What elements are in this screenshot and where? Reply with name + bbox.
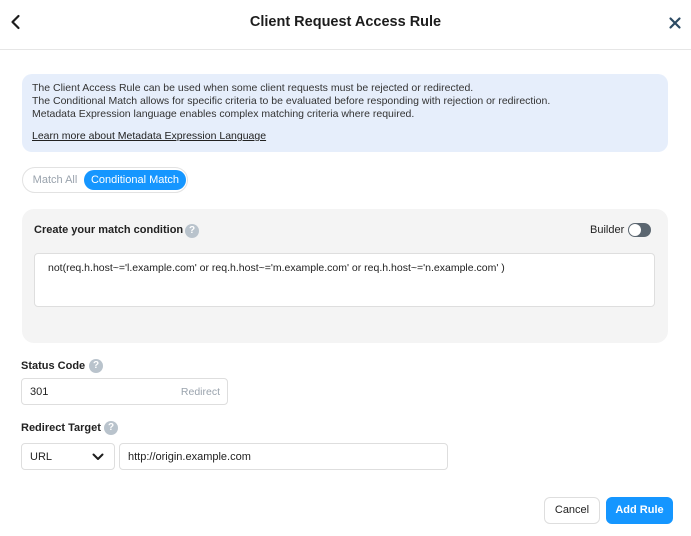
redirect-url-value: http://origin.example.com: [128, 451, 251, 463]
help-icon[interactable]: ?: [89, 359, 103, 373]
redirect-type-value: URL: [30, 451, 53, 463]
redirect-type-select[interactable]: URL: [21, 443, 115, 470]
builder-label: Builder: [590, 224, 625, 236]
dialog-title: Client Request Access Rule: [249, 14, 442, 30]
builder-toggle[interactable]: [628, 223, 651, 237]
add-rule-button[interactable]: Add Rule: [606, 497, 673, 524]
status-code-label: Status Code: [21, 360, 86, 372]
condition-label: Create your match condition: [34, 224, 184, 236]
cancel-button[interactable]: Cancel: [544, 497, 600, 524]
help-icon[interactable]: ?: [185, 224, 199, 238]
info-banner: The Client Access Rule can be used when …: [22, 74, 668, 152]
status-code-value: 301: [30, 386, 49, 398]
info-line: The Client Access Rule can be used when …: [32, 82, 474, 94]
conditional-match-option[interactable]: Conditional Match: [84, 170, 186, 190]
status-code-input[interactable]: 301 Redirect: [21, 378, 228, 405]
match-mode-toggle: Match All Conditional Match: [22, 167, 188, 193]
dialog-header: Client Request Access Rule: [0, 0, 691, 50]
condition-expression-input[interactable]: not(req.h.host~='l.example.com' or req.h…: [34, 253, 655, 307]
chevron-down-icon: [92, 453, 104, 460]
status-code-suffix: Redirect: [180, 386, 220, 398]
condition-panel: Create your match condition ? Builder no…: [22, 209, 668, 343]
toggle-knob: [629, 224, 641, 236]
learn-more-link[interactable]: Learn more about Metadata Expression Lan…: [32, 130, 658, 143]
match-all-option[interactable]: Match All: [27, 170, 83, 190]
redirect-url-input[interactable]: http://origin.example.com: [119, 443, 448, 470]
redirect-target-label: Redirect Target: [21, 422, 101, 434]
info-line: The Conditional Match allows for specifi…: [32, 95, 551, 107]
help-icon[interactable]: ?: [104, 421, 118, 435]
close-icon[interactable]: [665, 13, 685, 33]
info-line: Metadata Expression language enables com…: [32, 108, 415, 120]
